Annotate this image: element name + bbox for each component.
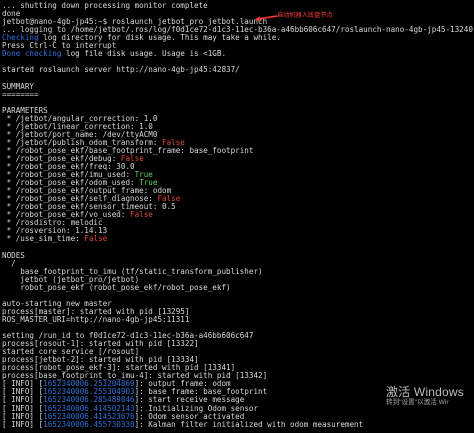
- terminal-line: ... shutting down processing monitor com…: [2, 1, 208, 10]
- terminal-window[interactable]: ... shutting down processing monitor com…: [0, 0, 474, 433]
- terminal-line: * /use_sim_time: False: [2, 234, 108, 244]
- terminal-line: robot_pose_ekf (robot_pose_ekf/robot_pos…: [2, 282, 231, 292]
- terminal-timestamp: 1652340006.455730338: [43, 419, 135, 429]
- terminal-text: log file disk usage. Usage is <1GB.: [61, 49, 227, 59]
- terminal-keyword: Done checking: [2, 49, 62, 59]
- terminal-text: * /use_sim_time:: [2, 234, 85, 244]
- terminal-log-level: [ INFO] [: [2, 419, 44, 429]
- annotation-arrow-icon: [255, 15, 278, 22]
- windows-activation-watermark: 激活 Windows 转到"设置"以激活 Wir: [386, 385, 464, 407]
- annotation-label: 启动机器人底盘节点: [277, 12, 333, 19]
- terminal-text: ]: Kalman filter initialized with odom m…: [134, 419, 364, 429]
- terminal-line: ROS_MASTER_URI=http://nano-4gb-jp45:1131…: [2, 314, 190, 324]
- watermark-subtitle: 转到"设置"以激活 Wir: [385, 399, 449, 406]
- watermark-title: 激活 Windows: [385, 385, 464, 399]
- terminal-line: Done checking log file disk usage. Usage…: [2, 49, 226, 58]
- terminal-value-false: False: [130, 210, 153, 220]
- terminal-line: started roslaunch server http://nano-4gb…: [2, 65, 240, 75]
- terminal-line: [ INFO] [1652340006.455730338]: Kalman f…: [2, 420, 363, 429]
- terminal-value-false: False: [84, 234, 108, 244]
- terminal-line: ========: [2, 89, 39, 99]
